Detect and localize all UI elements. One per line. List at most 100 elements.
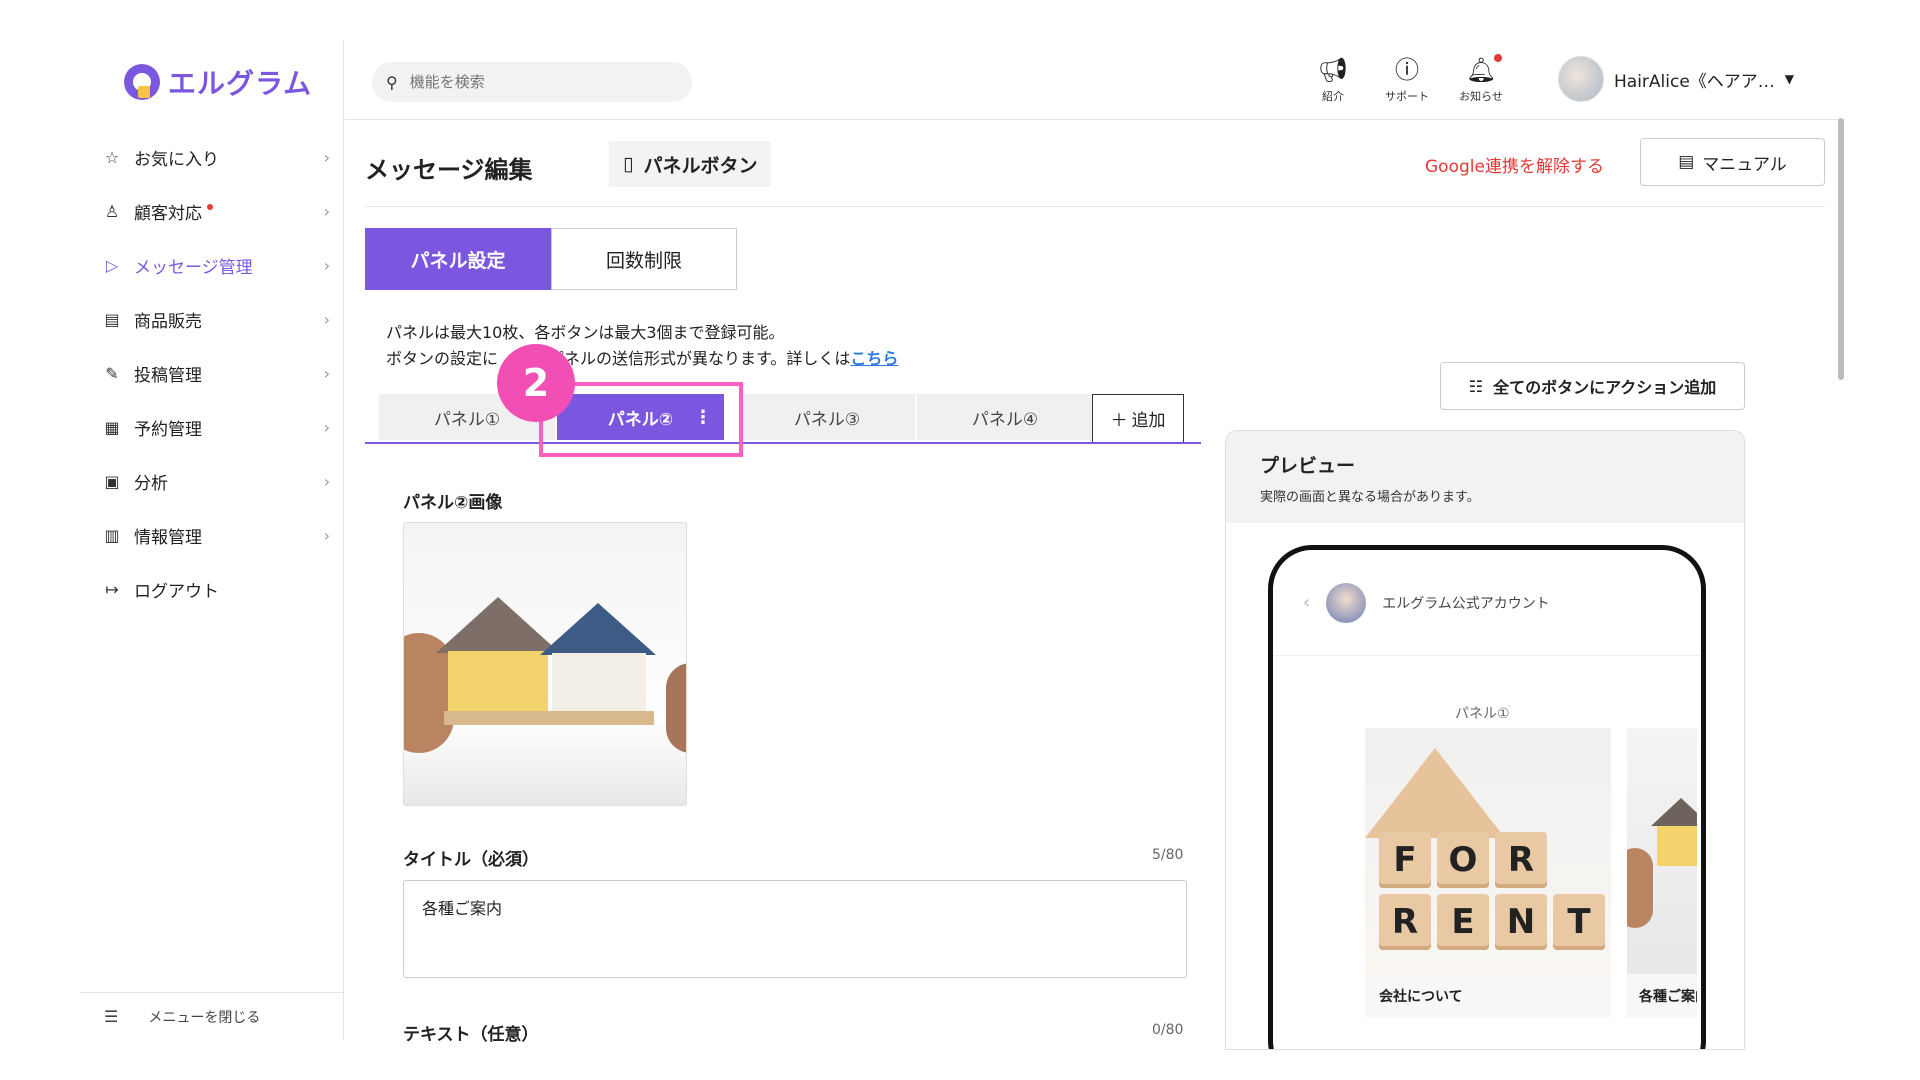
chevron-right-icon: › — [323, 147, 330, 167]
add-panel-button[interactable]: ＋ 追加 — [1092, 394, 1184, 442]
letter-blocks: F O R R E N T — [1379, 832, 1605, 950]
chevron-right-icon: › — [323, 471, 330, 491]
help-icon: ⓘ — [1395, 56, 1419, 84]
tab-panel-3[interactable]: パネル③ — [739, 394, 915, 440]
chevron-right-icon: › — [323, 309, 330, 329]
account-avatar — [1326, 582, 1367, 623]
preview-card-title: 会社について — [1365, 974, 1611, 1018]
sidebar-item-label: 予約管理 — [134, 419, 202, 440]
support-label: サポート — [1385, 90, 1429, 103]
sidebar-item-sales[interactable]: ▤ 商品販売 › — [80, 292, 344, 346]
star-icon: ☆ — [104, 147, 120, 167]
step-badge: 2 — [497, 344, 575, 422]
support-button[interactable]: ⓘ サポート — [1384, 56, 1430, 104]
page-scrollbar[interactable] — [1838, 118, 1844, 380]
book-icon: ▤ — [1678, 152, 1695, 172]
topbar: ⚲ 📢︎ 紹介 ⓘ サポート 🔔︎ お知らせ HairAlice《ヘアア… ▼ — [345, 40, 1845, 120]
letter-block: F — [1379, 832, 1431, 888]
search-input[interactable] — [409, 73, 670, 91]
sidebar-item-posts[interactable]: ✎ 投稿管理 › — [80, 346, 344, 400]
info-line-2-prefix: ボタンの設定に — [386, 349, 499, 368]
page-title: メッセージ編集 — [365, 156, 533, 184]
app-logo[interactable]: エルグラム — [124, 62, 312, 102]
sidebar-item-label: 情報管理 — [134, 527, 202, 548]
chevron-right-icon: › — [323, 363, 330, 383]
plus-icon: ＋ — [1110, 411, 1128, 431]
preview-card-image — [1627, 728, 1697, 974]
close-menu-button[interactable]: ☰ メニューを閉じる — [80, 992, 344, 1040]
text-char-counter: 0/80 — [1152, 1022, 1184, 1038]
account-name: エルグラム公式アカウント — [1382, 595, 1550, 612]
title-field[interactable]: 各種ご案内 — [403, 880, 1187, 978]
house-roof — [1651, 798, 1697, 826]
sidebar-item-customers[interactable]: ♙ 顧客対応 › — [80, 184, 344, 238]
tab-panel-settings[interactable]: パネル設定 — [365, 228, 551, 290]
close-menu-label: メニューを閉じる — [148, 1009, 261, 1026]
details-link[interactable]: こちら — [850, 349, 898, 368]
search-box[interactable]: ⚲ — [372, 62, 692, 102]
info-line-2: ボタンの設定に パネルの送信形式が異なります。詳しくはこちら — [386, 346, 898, 372]
text-field-label: テキスト（任意） — [403, 1025, 539, 1045]
referral-button[interactable]: 📢︎ 紹介 — [1310, 56, 1356, 104]
notifications-label: お知らせ — [1459, 90, 1503, 103]
message-type-label: パネルボタン — [643, 154, 758, 177]
message-type-chip: ▯ パネルボタン — [609, 141, 772, 187]
chevron-right-icon: › — [323, 525, 330, 545]
sidebar-item-analytics[interactable]: ▣ 分析 › — [80, 454, 344, 508]
sidebar-item-messages[interactable]: ▷ メッセージ管理 › — [80, 238, 344, 292]
edit-icon: ✎ — [105, 363, 119, 383]
hand-shape — [1627, 848, 1653, 928]
bell-icon: 🔔︎ — [1466, 54, 1503, 84]
preview-card-image: F O R R E N T — [1365, 728, 1611, 974]
add-action-to-all-buttons[interactable]: ☷ 全てのボタンにアクション追加 — [1440, 362, 1745, 410]
title-field-label: タイトル（必須） — [403, 850, 539, 870]
manual-button[interactable]: ▤ マニュアル — [1640, 138, 1825, 186]
referral-label: 紹介 — [1322, 90, 1344, 103]
panel-image[interactable] — [403, 522, 687, 806]
letter-block: R — [1379, 894, 1431, 950]
phone-mockup: ‹ エルグラム公式アカウント パネル① F O R R E N T 会社について — [1268, 545, 1706, 1049]
calendar-icon: ▦ — [104, 417, 120, 437]
title-char-counter: 5/80 — [1152, 847, 1184, 863]
preview-card-label: パネル① — [1455, 706, 1510, 722]
house-wall — [552, 653, 646, 713]
user-icon: ♙ — [104, 201, 120, 221]
sidebar-item-label: 商品販売 — [134, 311, 202, 332]
menu-collapse-icon: ☰ — [104, 1007, 119, 1026]
user-menu[interactable]: HairAlice《ヘアア… ▼ — [1558, 56, 1794, 102]
preview-title: プレビュー — [1260, 455, 1356, 477]
notifications-button[interactable]: 🔔︎ お知らせ — [1458, 54, 1504, 104]
info-line-2-suffix: パネルの送信形式が異なります。詳しくは — [548, 349, 851, 368]
sidebar-item-favorites[interactable]: ☆ お気に入り › — [80, 130, 344, 184]
tab-count-limit[interactable]: 回数制限 — [551, 228, 737, 290]
sidebar-item-info[interactable]: ▥ 情報管理 › — [80, 508, 344, 562]
house-base — [444, 711, 654, 725]
house-roof — [540, 603, 656, 655]
sidebar-item-logout[interactable]: ↦ ログアウト — [80, 562, 344, 616]
send-icon: ▷ — [105, 255, 119, 275]
sidebar-item-label: メッセージ管理 — [134, 257, 253, 278]
letter-block: T — [1553, 894, 1605, 950]
preview-card-title: 各種ご案内 — [1627, 974, 1697, 1018]
chevron-right-icon: › — [323, 201, 330, 221]
page-header: メッセージ編集 ▯ パネルボタン Google連携を解除する ▤ マニュアル — [345, 120, 1845, 207]
add-action-label: 全てのボタンにアクション追加 — [1493, 378, 1717, 397]
info-line-1: パネルは最大10枚、各ボタンは最大3個まで登録可能。 — [386, 323, 785, 342]
sidebar-item-label: 投稿管理 — [134, 365, 202, 386]
store-icon: ▤ — [104, 309, 120, 329]
sidebar-nav: ☆ お気に入り › ♙ 顧客対応 › ▷ メッセージ管理 › ▤ 商品販売 › … — [80, 130, 344, 616]
avatar — [1558, 56, 1604, 102]
chevron-right-icon: › — [323, 255, 330, 275]
panel-image-label: パネル②画像 — [403, 493, 503, 513]
sidebar-item-reservations[interactable]: ▦ 予約管理 › — [80, 400, 344, 454]
tab-panel-4[interactable]: パネル④ — [917, 394, 1093, 440]
add-panel-label: 追加 — [1131, 411, 1166, 431]
preview-card: F O R R E N T 会社について — [1365, 728, 1611, 1018]
preview-header: プレビュー 実際の画面と異なる場合があります。 — [1226, 431, 1744, 523]
sidebar: エルグラム ☆ お気に入り › ♙ 顧客対応 › ▷ メッセージ管理 › ▤ 商… — [80, 40, 344, 1040]
search-icon: ⚲ — [386, 72, 398, 92]
logo-text: エルグラム — [168, 67, 313, 100]
google-unlink-link[interactable]: Google連携を解除する — [1425, 152, 1604, 177]
preview-note: 実際の画面と異なる場合があります。 — [1260, 490, 1480, 505]
notification-dot — [207, 204, 213, 210]
